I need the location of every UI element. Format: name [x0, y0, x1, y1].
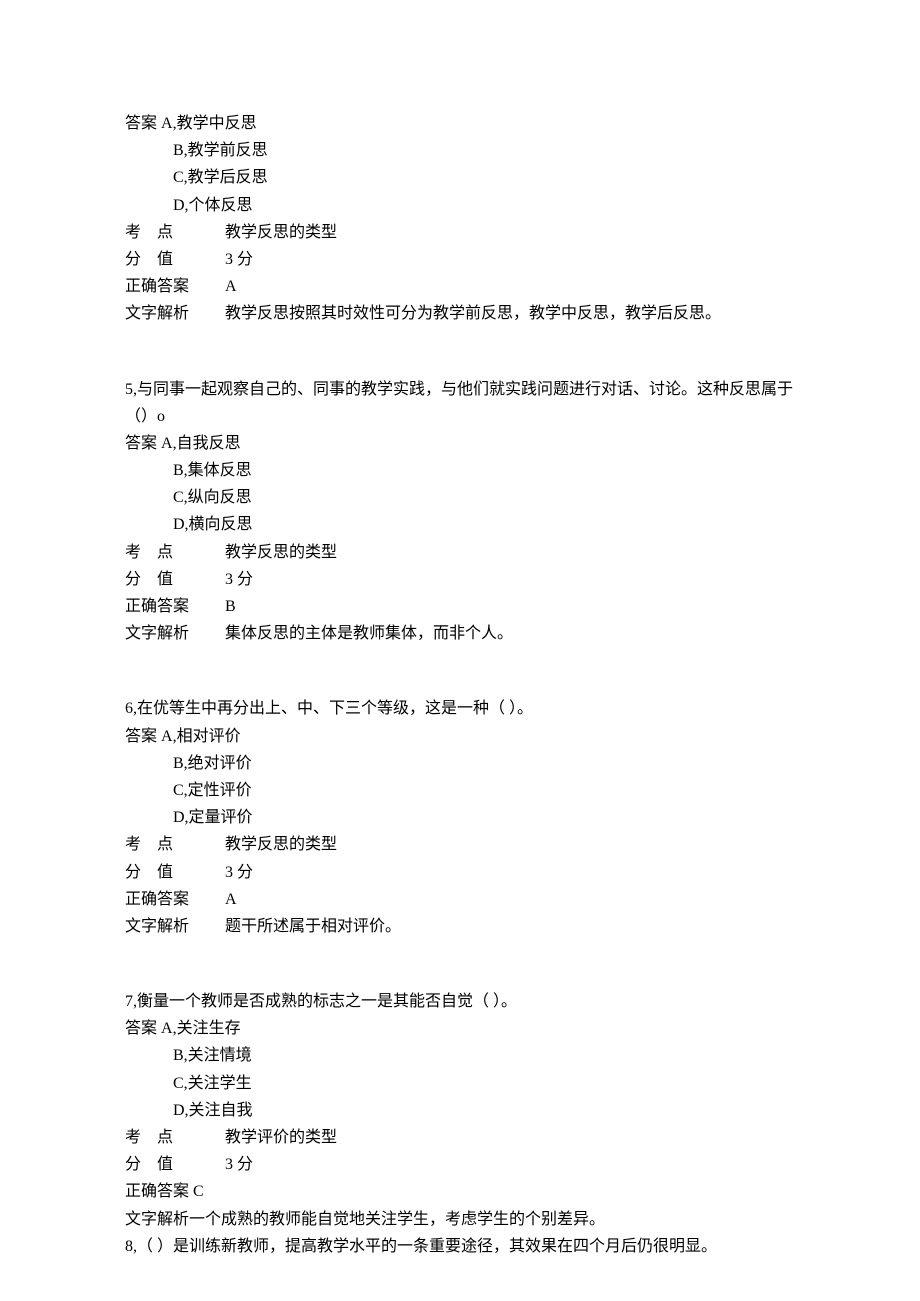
score-label: 分 值 — [125, 566, 225, 593]
option-d: D,个体反思 — [125, 192, 795, 219]
correct-label: 正确答案 — [125, 1178, 193, 1205]
score-label: 分 值 — [125, 246, 225, 273]
option-a: A,相对评价 — [161, 723, 241, 750]
score-value: 3 分 — [225, 246, 253, 273]
score-label: 分 值 — [125, 1151, 225, 1178]
option-a: A,自我反思 — [161, 430, 241, 457]
question-stem: 7,衡量一个教师是否成熟的标志之一是其能否自觉（ ）。 — [125, 988, 795, 1015]
kaodian-value: 教学反思的类型 — [225, 219, 337, 246]
option-d: D,横向反思 — [125, 511, 795, 538]
answer-prefix: 答案 — [125, 723, 161, 750]
option-d: D,定量评价 — [125, 804, 795, 831]
option-a: A,教学中反思 — [161, 110, 257, 137]
kaodian-value: 教学反思的类型 — [225, 539, 337, 566]
score-value: 3 分 — [225, 1151, 253, 1178]
option-c: C,定性评价 — [125, 777, 795, 804]
explain-value: 题干所述属于相对评价。 — [225, 913, 401, 940]
explain-value: 一个成熟的教师能自觉地关注学生，考虑学生的个别差异。 — [189, 1206, 605, 1233]
option-a: A,关注生存 — [161, 1015, 241, 1042]
question-stem: 6,在优等生中再分出上、中、下三个等级，这是一种（ ）。 — [125, 695, 795, 722]
score-value: 3 分 — [225, 859, 253, 886]
explain-value: 教学反思按照其时效性可分为教学前反思，教学中反思，教学后反思。 — [225, 300, 721, 327]
kaodian-label: 考 点 — [125, 1124, 225, 1151]
correct-value: C — [193, 1178, 204, 1205]
kaodian-label: 考 点 — [125, 831, 225, 858]
question-6: 6,在优等生中再分出上、中、下三个等级，这是一种（ ）。 答案 A,相对评价 B… — [125, 695, 795, 940]
explain-label: 文字解析 — [125, 620, 225, 647]
question-5: 5,与同事一起观察自己的、同事的教学实践，与他们就实践问题进行对话、讨论。这种反… — [125, 376, 795, 648]
answer-prefix: 答案 — [125, 1015, 161, 1042]
question-4: 答案 A,教学中反思 B,教学前反思 C,教学后反思 D,个体反思 考 点教学反… — [125, 110, 795, 328]
question-7: 7,衡量一个教师是否成熟的标志之一是其能否自觉（ ）。 答案 A,关注生存 B,… — [125, 988, 795, 1233]
correct-value: B — [225, 593, 236, 620]
option-b: B,教学前反思 — [125, 137, 795, 164]
kaodian-label: 考 点 — [125, 219, 225, 246]
correct-label: 正确答案 — [125, 593, 225, 620]
option-b: B,关注情境 — [125, 1042, 795, 1069]
question-stem: 5,与同事一起观察自己的、同事的教学实践，与他们就实践问题进行对话、讨论。这种反… — [125, 376, 795, 430]
score-label: 分 值 — [125, 859, 225, 886]
correct-label: 正确答案 — [125, 886, 225, 913]
option-c: C,教学后反思 — [125, 164, 795, 191]
answer-prefix: 答案 — [125, 110, 161, 137]
correct-label: 正确答案 — [125, 273, 225, 300]
score-value: 3 分 — [225, 566, 253, 593]
kaodian-value: 教学评价的类型 — [225, 1124, 337, 1151]
explain-label: 文字解析 — [125, 913, 225, 940]
option-b: B,集体反思 — [125, 457, 795, 484]
correct-value: A — [225, 886, 237, 913]
question-8: 8,（ ）是训练新教师，提高教学水平的一条重要途径，其效果在四个月后仍很明显。 — [125, 1233, 795, 1260]
explain-label: 文字解析 — [125, 300, 225, 327]
option-c: C,关注学生 — [125, 1070, 795, 1097]
question-stem: 8,（ ）是训练新教师，提高教学水平的一条重要途径，其效果在四个月后仍很明显。 — [125, 1233, 795, 1260]
option-c: C,纵向反思 — [125, 484, 795, 511]
explain-label: 文字解析 — [125, 1206, 189, 1233]
option-b: B,绝对评价 — [125, 750, 795, 777]
kaodian-value: 教学反思的类型 — [225, 831, 337, 858]
kaodian-label: 考 点 — [125, 539, 225, 566]
explain-value: 集体反思的主体是教师集体，而非个人。 — [225, 620, 513, 647]
correct-value: A — [225, 273, 237, 300]
answer-prefix: 答案 — [125, 430, 161, 457]
document-page: 答案 A,教学中反思 B,教学前反思 C,教学后反思 D,个体反思 考 点教学反… — [0, 0, 920, 1301]
option-d: D,关注自我 — [125, 1097, 795, 1124]
